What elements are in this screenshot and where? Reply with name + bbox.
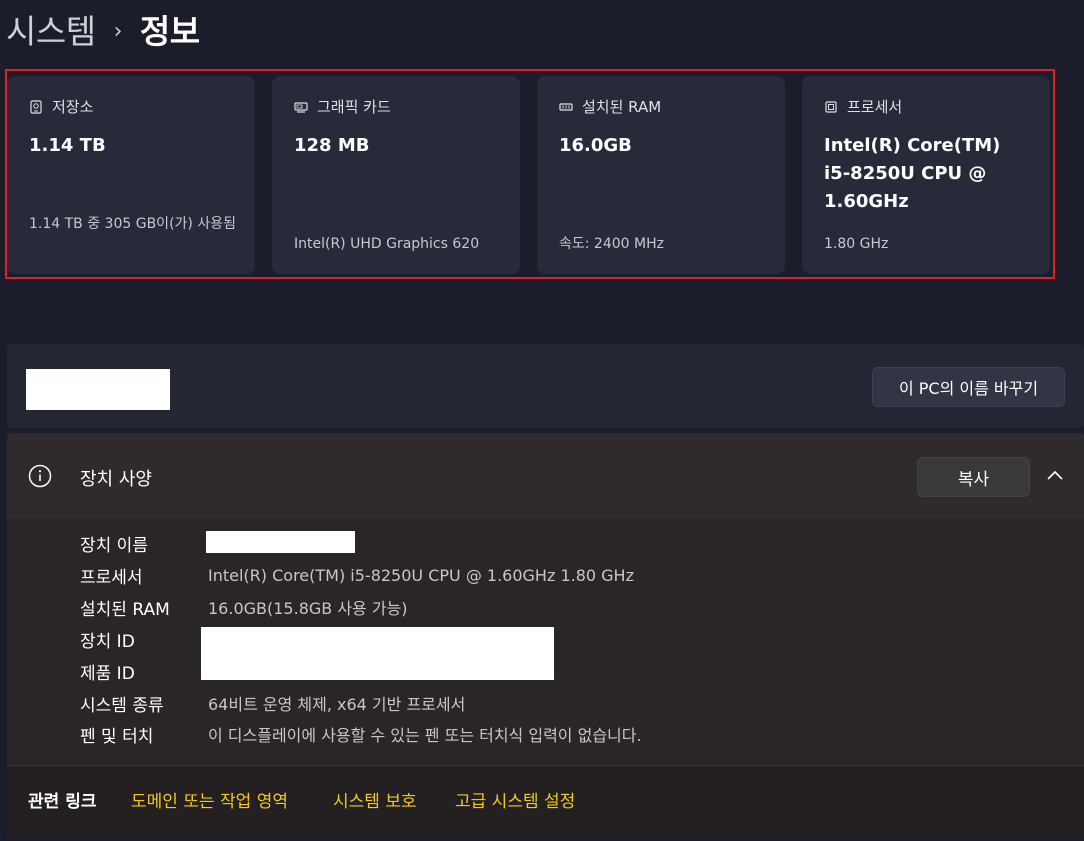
- ram-icon: [559, 102, 573, 111]
- card-title: 프로세서: [847, 98, 903, 116]
- spec-value: 64비트 운영 체제, x64 기반 프로세서: [208, 695, 466, 714]
- processor-icon: [825, 100, 837, 113]
- redacted-device-name: [26, 369, 170, 410]
- info-icon: [28, 464, 52, 488]
- spec-row-processor: 프로세서 Intel(R) Core(TM) i5-8250U CPU @ 1.…: [80, 561, 634, 589]
- link-system-protection[interactable]: 시스템 보호: [333, 787, 417, 812]
- card-value: 16.0GB: [559, 135, 632, 156]
- processor-card[interactable]: 프로세서 Intel(R) Core(TM) i5-8250U CPU @ 1.…: [802, 76, 1050, 274]
- page-title: 정보: [139, 12, 200, 51]
- card-header: 프로세서: [824, 96, 902, 117]
- spec-value: 16.0GB(15.8GB 사용 가능): [208, 599, 408, 618]
- spec-label: 장치 이름: [80, 535, 148, 556]
- rename-pc-button[interactable]: 이 PC의 이름 바꾸기: [872, 367, 1065, 407]
- card-value: Intel(R) Core(TM) i5-8250U CPU @ 1.60GHz: [824, 135, 1001, 212]
- breadcrumb: 시스템 › 정보: [6, 6, 200, 52]
- card-value: 1.14 TB: [29, 135, 106, 156]
- redacted-ids: [201, 627, 554, 680]
- link-advanced-system-settings[interactable]: 고급 시스템 설정: [455, 787, 575, 812]
- chevron-up-icon[interactable]: [1044, 465, 1066, 487]
- device-specs-title: 장치 사양: [80, 469, 152, 490]
- card-title: 설치된 RAM: [582, 98, 662, 116]
- card-value: 128 MB: [294, 135, 370, 156]
- card-subtext: 1.14 TB 중 305 GB이(가) 사용됨: [29, 216, 236, 232]
- spec-row-device-name: 장치 이름: [80, 529, 208, 557]
- spec-row-device-id: 장치 ID: [80, 625, 208, 653]
- card-title: 저장소: [52, 98, 94, 116]
- card-subtext: Intel(R) UHD Graphics 620: [294, 236, 480, 252]
- graphics-card[interactable]: 그래픽 카드 128 MB Intel(R) UHD Graphics 620: [272, 76, 520, 274]
- card-header: 설치된 RAM: [559, 96, 661, 117]
- card-header: 저장소: [29, 96, 93, 117]
- card-title: 그래픽 카드: [317, 98, 391, 116]
- ram-card[interactable]: 설치된 RAM 16.0GB 속도: 2400 MHz: [537, 76, 785, 274]
- graphics-card-icon: [294, 101, 308, 113]
- copy-button[interactable]: 복사: [917, 457, 1030, 497]
- spec-row-pen-touch: 펜 및 터치 이 디스플레이에 사용할 수 있는 펜 또는 터치식 입력이 없습…: [80, 720, 642, 748]
- spec-row-product-id: 제품 ID: [80, 657, 208, 685]
- breadcrumb-separator-icon: ›: [113, 18, 123, 44]
- redacted-device-name-value: [206, 531, 355, 553]
- spec-row-system-type: 시스템 종류 64비트 운영 체제, x64 기반 프로세서: [80, 689, 465, 717]
- spec-label: 장치 ID: [80, 631, 135, 652]
- storage-card[interactable]: 저장소 1.14 TB 1.14 TB 중 305 GB이(가) 사용됨: [7, 76, 255, 274]
- spec-label: 제품 ID: [80, 663, 135, 684]
- storage-icon: [30, 99, 42, 114]
- link-domain-workgroup[interactable]: 도메인 또는 작업 영역: [131, 787, 288, 812]
- spec-label: 프로세서: [80, 567, 143, 588]
- spec-label: 설치된 RAM: [80, 599, 170, 620]
- breadcrumb-parent[interactable]: 시스템: [6, 5, 96, 53]
- related-links-label: 관련 링크: [28, 792, 97, 812]
- card-subtext: 1.80 GHz: [824, 236, 889, 252]
- spec-row-ram: 설치된 RAM 16.0GB(15.8GB 사용 가능): [80, 593, 408, 621]
- card-subtext: 속도: 2400 MHz: [559, 236, 664, 252]
- card-header: 그래픽 카드: [294, 96, 391, 117]
- spec-label: 펜 및 터치: [80, 726, 154, 747]
- spec-label: 시스템 종류: [80, 695, 164, 716]
- spec-value: Intel(R) Core(TM) i5-8250U CPU @ 1.60GHz…: [208, 565, 634, 585]
- spec-value: 이 디스플레이에 사용할 수 있는 펜 또는 터치식 입력이 없습니다.: [208, 726, 642, 745]
